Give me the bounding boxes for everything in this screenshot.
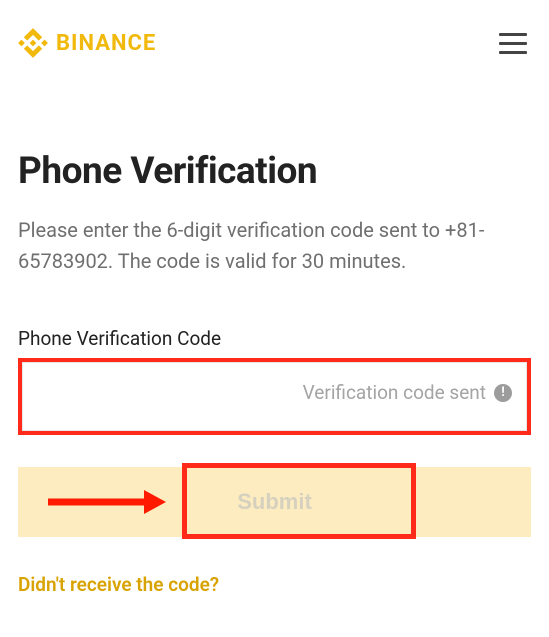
binance-logo-icon <box>18 28 48 58</box>
info-icon: ! <box>494 384 512 402</box>
page-title: Phone Verification <box>18 150 531 193</box>
code-sent-status: Verification code sent <box>303 381 486 404</box>
submit-zone: Submit <box>18 467 531 537</box>
main-content: Phone Verification Please enter the 6-di… <box>0 150 549 596</box>
page-description: Please enter the 6-digit verification co… <box>18 215 531 277</box>
logo-text: BINANCE <box>56 31 156 56</box>
code-input-container: Verification code sent ! <box>22 362 527 431</box>
code-input-highlight: Verification code sent ! <box>18 358 531 435</box>
field-label: Phone Verification Code <box>18 327 531 350</box>
submit-button[interactable]: Submit <box>18 467 531 537</box>
header: BINANCE <box>0 0 549 58</box>
menu-icon[interactable] <box>495 29 531 58</box>
logo[interactable]: BINANCE <box>18 28 156 58</box>
verification-code-input[interactable] <box>37 382 295 403</box>
resend-code-link[interactable]: Didn't receive the code? <box>18 573 219 596</box>
